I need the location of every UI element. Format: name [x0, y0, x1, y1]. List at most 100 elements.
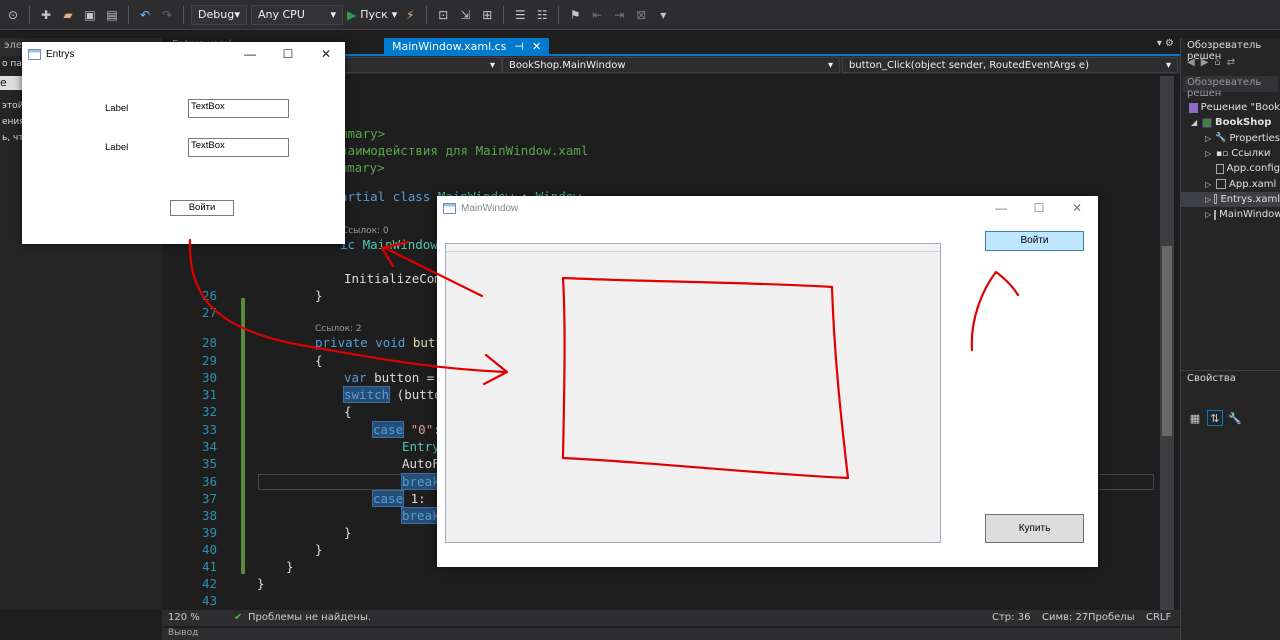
data-grid-header — [446, 244, 940, 252]
tree-item[interactable]: App.config — [1181, 161, 1280, 176]
code-text: ic MainWindow — [340, 237, 438, 252]
code-text: case "0": — [371, 421, 441, 438]
login-button[interactable]: Войти — [170, 200, 234, 216]
textbox-1[interactable]: TextBox — [188, 99, 289, 118]
clear-bookmark-icon[interactable]: ⊠ — [632, 6, 650, 24]
prev-bookmark-icon[interactable]: ⇤ — [588, 6, 606, 24]
back-icon[interactable]: ⊙ — [4, 6, 22, 24]
line-number: 29 — [201, 353, 217, 368]
member-nav-select[interactable]: button_Click(object sender, RoutedEventA… — [842, 57, 1178, 73]
uncomment-icon[interactable]: ☷ — [533, 6, 551, 24]
editor-scrollbar[interactable] — [1160, 76, 1174, 610]
tree-item[interactable]: ◢ BookShop — [1181, 115, 1280, 130]
tree-item[interactable]: ▷ Entrys.xaml — [1181, 191, 1280, 208]
tree-item-label: Properties — [1229, 132, 1280, 144]
sort-alpha-icon[interactable]: ⇅ — [1207, 410, 1223, 426]
close-icon[interactable]: ✕ — [1067, 200, 1087, 216]
maximize-icon[interactable]: ☐ — [1029, 200, 1049, 216]
home-icon[interactable]: ⌂ — [1214, 57, 1220, 71]
entrys-title-bar[interactable]: Entrys — ☐ ✕ — [22, 42, 345, 68]
collapsed-icon[interactable]: ▷ — [1205, 149, 1213, 158]
line-number: 42 — [201, 576, 217, 591]
collapsed-icon[interactable]: ▷ — [1205, 195, 1211, 204]
minimize-icon[interactable]: — — [240, 46, 260, 62]
close-icon[interactable]: ✕ — [532, 40, 541, 53]
save-all-icon[interactable]: ▤ — [103, 6, 121, 24]
output-panel-header[interactable]: Вывод — [162, 628, 1180, 640]
play-icon: ▶ — [347, 7, 357, 22]
scrollbar-thumb[interactable] — [1162, 246, 1172, 436]
codelens[interactable]: Ссылок: 2 — [315, 324, 362, 334]
next-bookmark-icon[interactable]: ⇥ — [610, 6, 628, 24]
minimize-icon[interactable]: — — [991, 200, 1011, 216]
code-text: AutoF — [402, 456, 440, 471]
forward-icon[interactable]: ▶ — [1201, 57, 1209, 71]
line-number: 28 — [201, 335, 217, 350]
run-button[interactable]: ▶ Пуск ▾ — [347, 8, 397, 22]
problems-status[interactable]: Проблемы не найдены. — [248, 612, 371, 623]
maximize-icon[interactable]: ☐ — [278, 46, 298, 62]
toolbar-separator — [558, 5, 560, 24]
config-file-icon — [1216, 163, 1224, 174]
sync-icon[interactable]: ⇄ — [1227, 57, 1235, 71]
categorized-icon[interactable]: ▦ — [1187, 410, 1203, 426]
tree-item-label: App.config — [1226, 163, 1280, 175]
save-icon[interactable]: ▣ — [81, 6, 99, 24]
pin-icon[interactable]: ⊣ — [514, 40, 524, 53]
tab-mainwindow-cs[interactable]: MainWindow.xaml.cs ⊣ ✕ — [384, 38, 550, 54]
tab-overflow-icon[interactable]: ▾ ⚙ — [1157, 38, 1174, 49]
close-icon[interactable]: ✕ — [316, 46, 336, 62]
data-grid[interactable] — [445, 243, 941, 543]
tree-item[interactable]: ▷ ▪▫ Ссылки — [1181, 146, 1280, 161]
platform-select[interactable]: Any CPU ▾ — [251, 4, 343, 25]
code-text: } — [257, 576, 265, 591]
member-nav-value: button_Click(object sender, RoutedEventA… — [849, 59, 1089, 71]
overflow-icon[interactable]: ▾ — [654, 6, 672, 24]
back-icon[interactable]: ◀ — [1187, 57, 1195, 71]
code-text: ка взаимодействия для MainWindow.xaml — [310, 143, 589, 158]
textbox-2[interactable]: TextBox — [188, 138, 289, 157]
line-number: 39 — [201, 525, 217, 540]
buy-button[interactable]: Купить — [985, 514, 1084, 543]
camera-icon[interactable]: ⊡ — [434, 6, 452, 24]
code-text: break — [401, 507, 441, 524]
undo-icon[interactable]: ↶ — [136, 6, 154, 24]
collapsed-icon[interactable]: ▷ — [1205, 180, 1213, 189]
code-text: Entry — [402, 439, 440, 454]
expanded-icon[interactable]: ◢ — [1191, 118, 1199, 127]
collapsed-icon[interactable]: ▷ — [1205, 210, 1211, 219]
toolbar-separator — [183, 5, 184, 24]
line-ending[interactable]: CRLF — [1146, 612, 1171, 623]
chevron-down-icon: ▾ — [1165, 59, 1171, 71]
tree-item[interactable]: ▷ MainWindow — [1181, 207, 1280, 222]
codelens[interactable]: Ссылок: 0 — [342, 226, 389, 236]
collapsed-icon[interactable]: ▷ — [1205, 134, 1212, 143]
left-panel-tab[interactable]: е — [0, 76, 22, 90]
line-number: 43 — [201, 593, 217, 608]
step-icon[interactable]: ⇲ — [456, 6, 474, 24]
config-select[interactable]: Debug ▾ — [191, 4, 247, 25]
zoom-level[interactable]: 120 % — [168, 612, 200, 623]
tree-item[interactable]: Решение "Book — [1181, 100, 1280, 115]
attach-icon[interactable]: ⚡ — [401, 6, 419, 24]
solution-explorer-title: Обозреватель решен — [1187, 40, 1262, 62]
open-folder-icon[interactable]: ▰ — [59, 6, 77, 24]
diagram-icon[interactable]: ⊞ — [478, 6, 496, 24]
chevron-down-icon: ▾ — [330, 8, 336, 21]
indent-mode[interactable]: Пробелы — [1088, 612, 1135, 623]
wrench-icon[interactable]: 🔧 — [1227, 410, 1243, 426]
line-number: 35 — [201, 456, 217, 471]
tree-item[interactable]: ▷ App.xaml — [1181, 176, 1280, 191]
bookmark-icon[interactable]: ⚑ — [566, 6, 584, 24]
redo-icon[interactable]: ↷ — [158, 6, 176, 24]
main-window-title-bar[interactable]: MainWindow — ☐ ✕ — [437, 196, 1098, 222]
solution-search-input[interactable]: Обозреватель решен — [1183, 76, 1278, 99]
tree-item[interactable]: ▷ 🔧 Properties — [1181, 131, 1280, 146]
new-project-icon[interactable]: ✚ — [37, 6, 55, 24]
class-nav-select[interactable]: BookShop.MainWindow ▾ — [502, 57, 840, 73]
comment-icon[interactable]: ☰ — [511, 6, 529, 24]
main-window: MainWindow — ☐ ✕ Войти Купить — [437, 196, 1098, 567]
xaml-file-icon — [1216, 179, 1226, 190]
main-toolbar: ⊙ ✚ ▰ ▣ ▤ ↶ ↷ Debug ▾ Any CPU ▾ ▶ Пуск ▾… — [0, 0, 1280, 30]
login-button[interactable]: Войти — [985, 231, 1084, 251]
